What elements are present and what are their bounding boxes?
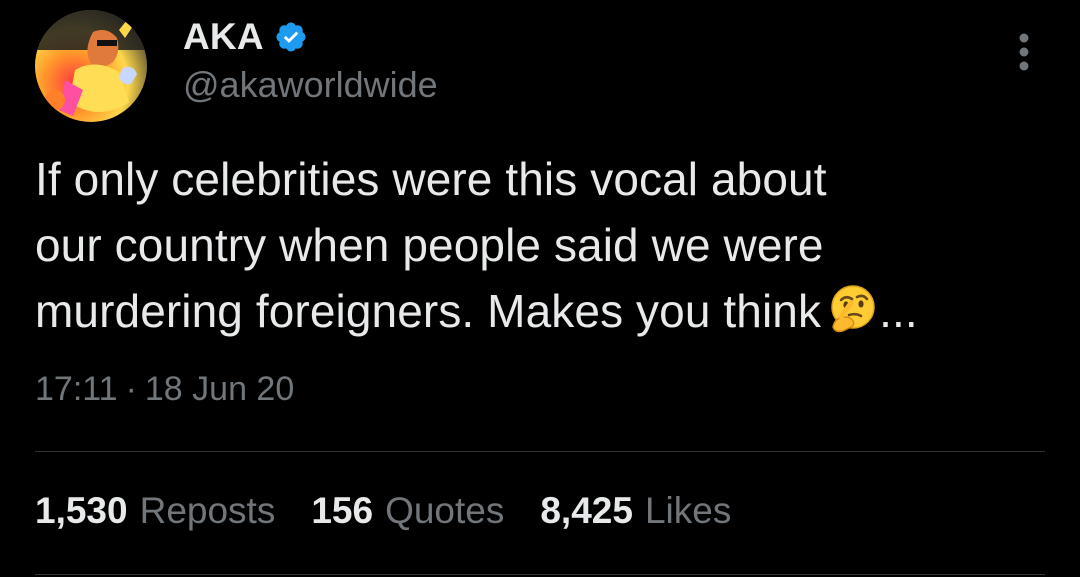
tweet-text-suffix: ...: [879, 285, 918, 337]
reposts-label: Reposts: [139, 490, 276, 531]
divider: [35, 574, 1045, 575]
quotes-label: Quotes: [385, 490, 505, 531]
reposts-stat[interactable]: 1,530 Reposts: [35, 490, 275, 532]
reposts-count: 1,530: [35, 490, 128, 531]
display-name[interactable]: AKA: [183, 16, 264, 58]
tweet-text: If only celebrities were this vocal abou…: [35, 146, 1055, 344]
tweet-date[interactable]: 18 Jun 20: [145, 370, 294, 409]
likes-stat[interactable]: 8,425 Likes: [540, 490, 731, 532]
quotes-stat[interactable]: 156 Quotes: [311, 490, 504, 532]
display-name-row: AKA: [183, 14, 308, 60]
divider: [35, 451, 1045, 452]
tweet-text-body: If only celebrities were this vocal abou…: [35, 153, 827, 337]
timestamp-separator: ·: [125, 370, 137, 408]
likes-count: 8,425: [540, 490, 633, 531]
more-vertical-icon[interactable]: [1004, 30, 1044, 74]
handle[interactable]: @akaworldwide: [183, 64, 438, 106]
quotes-count: 156: [311, 490, 374, 531]
engagement-stats: 1,530 Reposts 156 Quotes 8,425 Likes: [35, 490, 767, 532]
timestamp-row: 17:11 · 18 Jun 20: [35, 370, 294, 409]
avatar-image: [35, 10, 147, 122]
tweet-time[interactable]: 17:11: [35, 370, 118, 409]
likes-label: Likes: [644, 490, 732, 531]
tweet: AKA @akaworldwide If only celebrities we…: [0, 0, 1080, 577]
thinking-face-icon: [827, 283, 879, 335]
verified-badge-icon: [274, 20, 308, 54]
avatar[interactable]: [35, 10, 147, 122]
